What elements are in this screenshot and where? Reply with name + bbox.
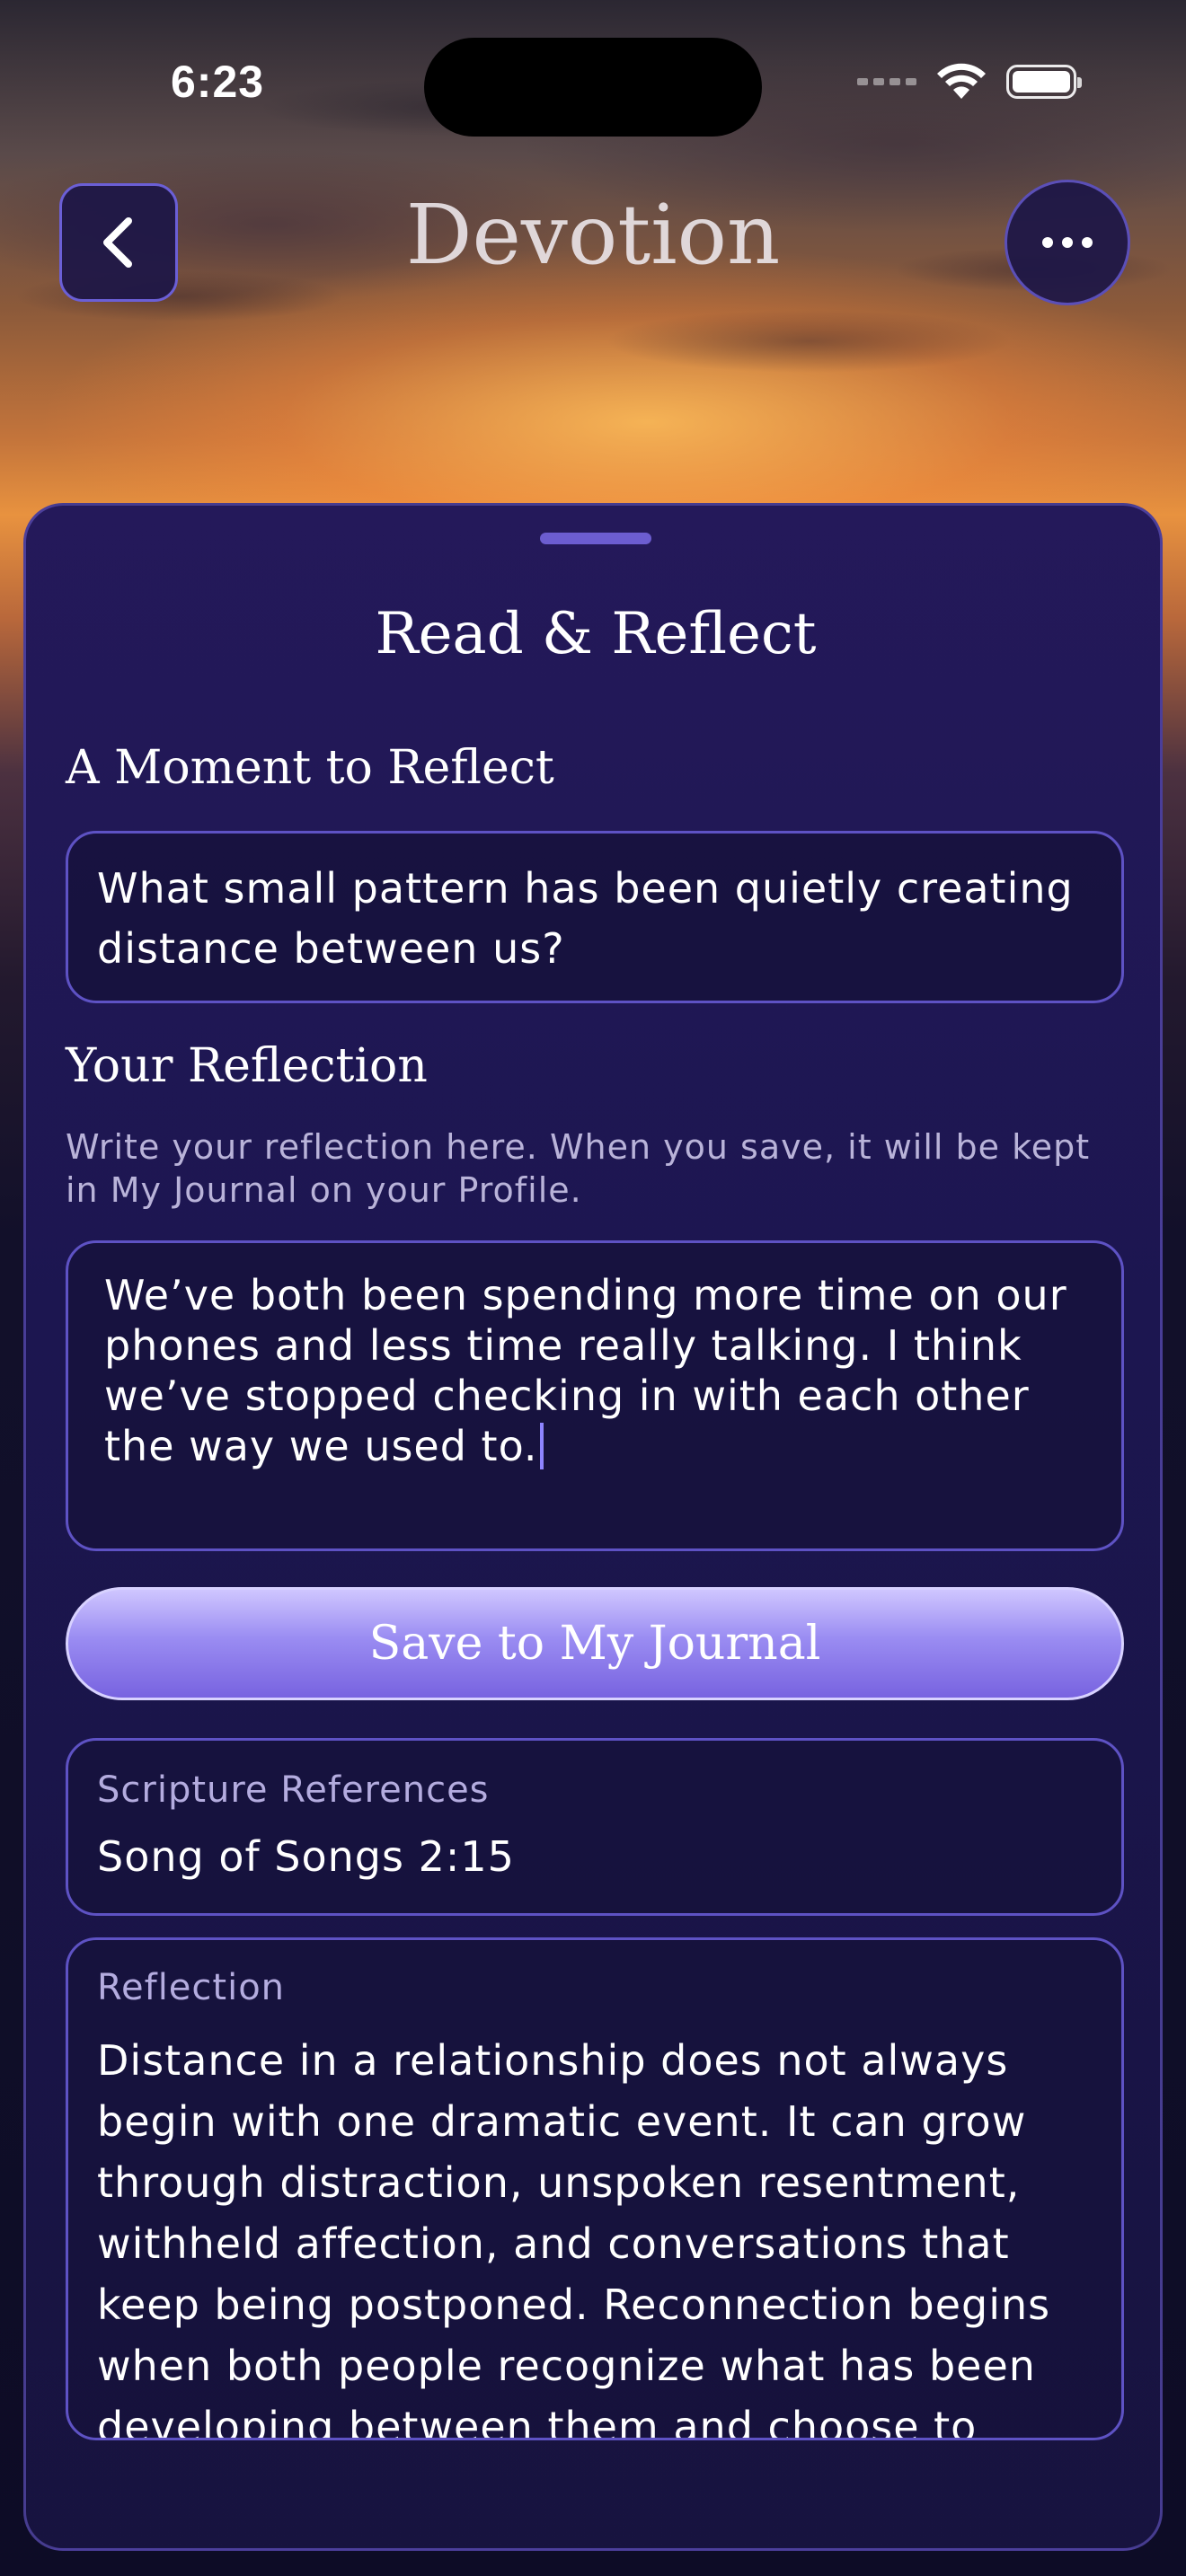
chevron-left-icon (103, 217, 132, 268)
reflection-prompt: What small pattern has been quietly crea… (97, 864, 1074, 973)
sheet-grabber[interactable] (540, 533, 651, 544)
scripture-references-card: Scripture References Song of Songs 2:15 (66, 1738, 1124, 1916)
reflection-card-label: Reflection (97, 1967, 286, 2008)
reflection-textarea[interactable]: We’ve both been spending more time on ou… (66, 1240, 1124, 1551)
scripture-reference-link[interactable]: Song of Songs 2:15 (97, 1832, 515, 1881)
reflection-card-body: Distance in a relationship does not alwa… (97, 2036, 1051, 2440)
moment-heading: A Moment to Reflect (66, 741, 554, 795)
reflection-input-text: We’ve both been spending more time on ou… (104, 1271, 1067, 1470)
page-title: Devotion (405, 187, 781, 283)
sheet-title: Read & Reflect (375, 601, 817, 667)
dynamic-island (424, 38, 762, 137)
more-options-button[interactable] (1005, 180, 1130, 305)
text-caret (539, 1423, 544, 1469)
reflection-hint: Write your reflection here. When you sav… (66, 1127, 1091, 1210)
battery-icon (1006, 65, 1082, 99)
read-reflect-sheet: Read & Reflect A Moment to Reflect What … (23, 503, 1163, 2551)
wifi-icon (937, 63, 986, 99)
reflection-card: Reflection Distance in a relationship do… (66, 1937, 1124, 2440)
cellular-signal-icon (857, 78, 916, 85)
ellipsis-icon (1042, 237, 1093, 248)
save-to-journal-button[interactable]: Save to My Journal (66, 1587, 1124, 1700)
status-time: 6:23 (171, 57, 265, 107)
your-reflection-heading: Your Reflection (66, 1039, 428, 1093)
back-button[interactable] (59, 183, 178, 302)
status-icons (857, 63, 1082, 101)
prompt-card: What small pattern has been quietly crea… (66, 831, 1124, 1003)
scripture-label: Scripture References (97, 1769, 490, 1811)
